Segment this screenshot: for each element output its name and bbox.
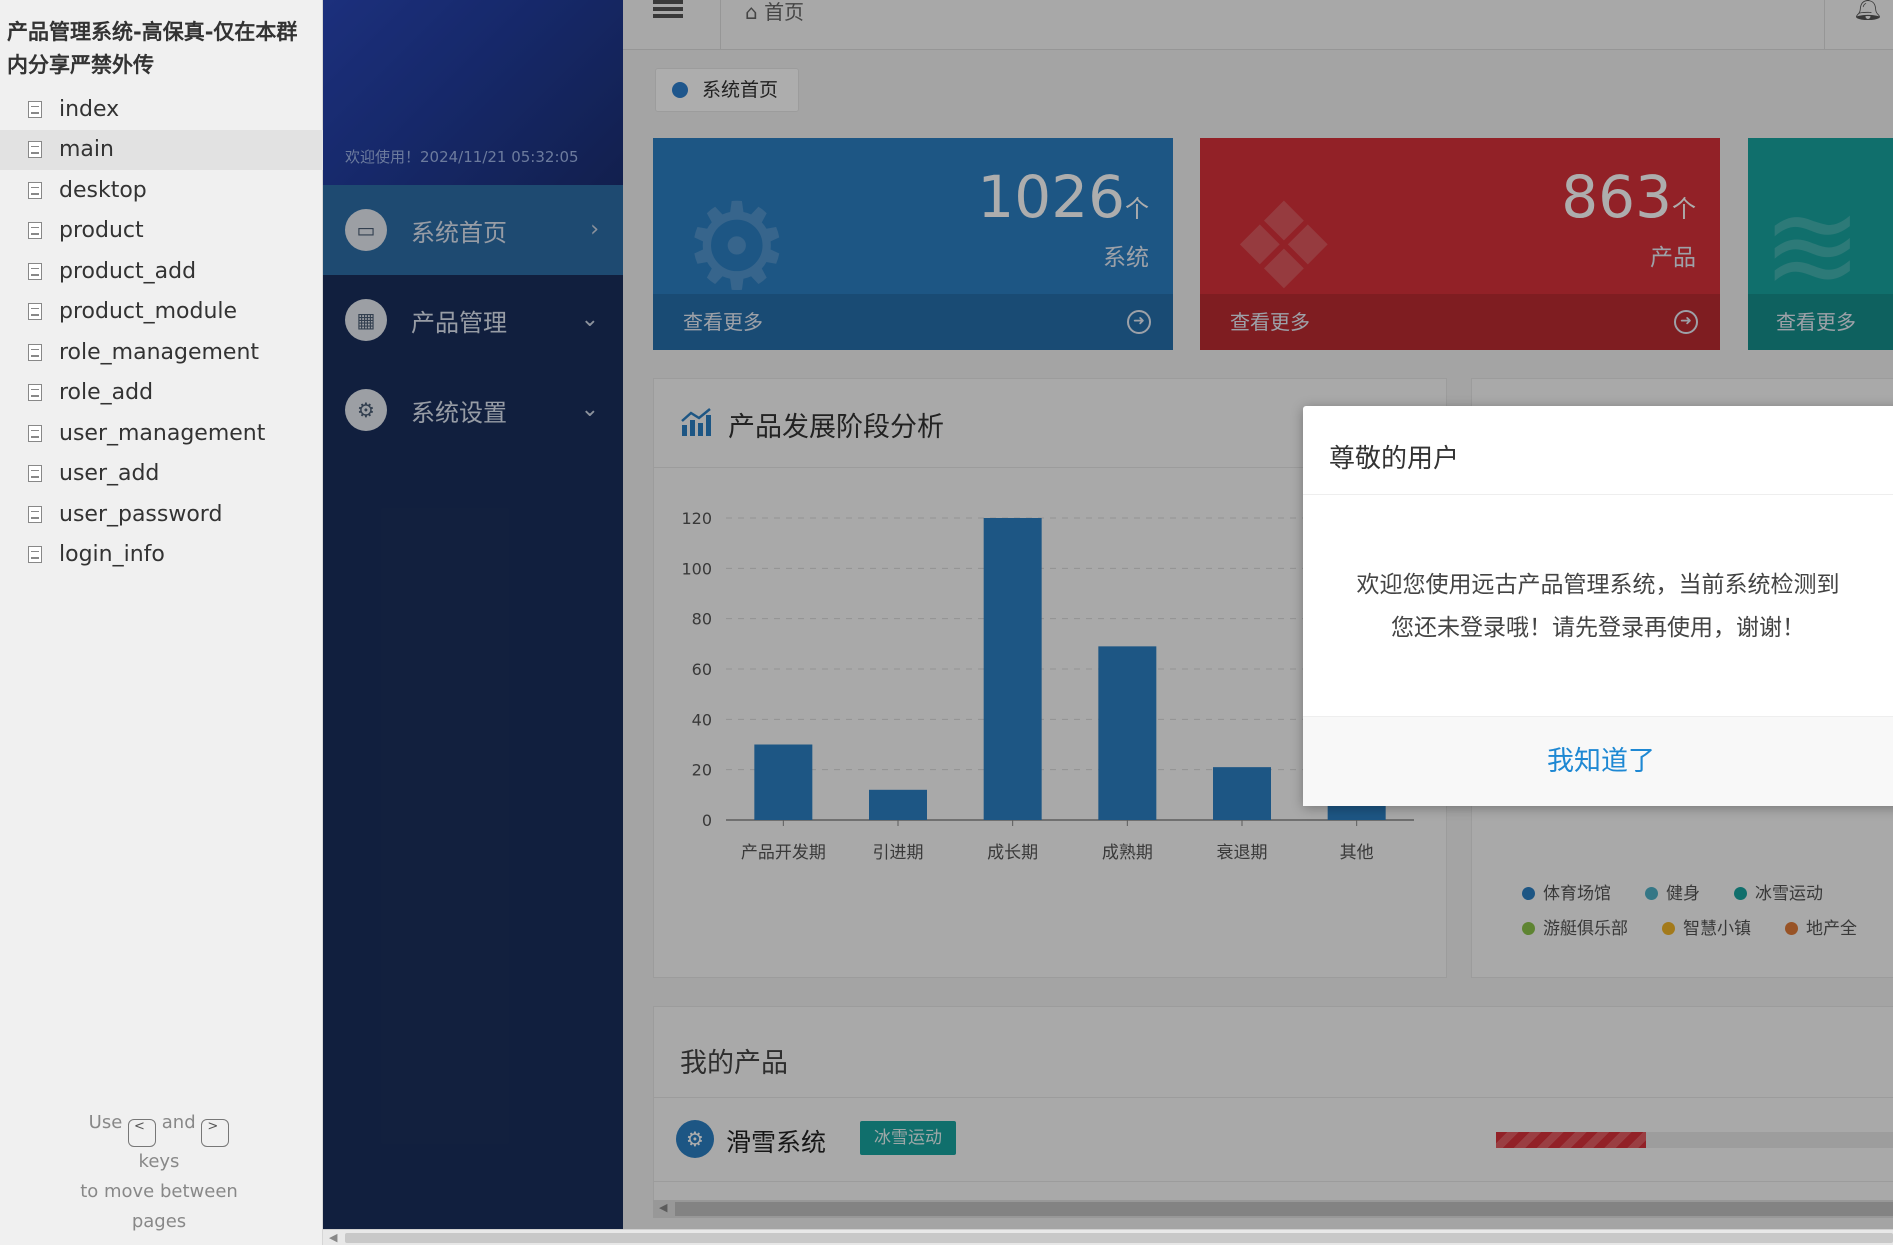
page-list-item[interactable]: role_add bbox=[0, 373, 323, 414]
project-title: 产品管理系统-高保真-仅在本群内分享严禁外传 bbox=[7, 20, 298, 77]
prev-key-icon: < bbox=[128, 1119, 157, 1147]
page-list-label: user_add bbox=[59, 461, 160, 487]
page-list-label: product_module bbox=[59, 299, 238, 325]
page-list-label: role_add bbox=[59, 380, 154, 406]
page-list-panel: 产品管理系统-高保真-仅在本群内分享严禁外传 index main desktop p… bbox=[0, 0, 323, 1245]
page-list-label: login_info bbox=[59, 542, 165, 568]
acknowledge-button[interactable]: 我知道了 bbox=[1303, 717, 1893, 807]
page-list-item[interactable]: main bbox=[0, 129, 323, 170]
page-list-label: user_management bbox=[59, 420, 266, 446]
page-list: index main desktop product product_addproduc… bbox=[0, 89, 323, 575]
page-icon bbox=[28, 181, 42, 199]
page-icon bbox=[28, 303, 42, 321]
page-icon bbox=[28, 141, 42, 159]
page-list-label: index bbox=[59, 96, 120, 122]
page-list-label: product_add bbox=[59, 258, 197, 284]
dialog-title: 尊敬的用户 bbox=[1329, 444, 1460, 474]
page-list-item[interactable]: product bbox=[0, 211, 323, 252]
page-list-label: user_password bbox=[59, 501, 223, 527]
page-icon bbox=[28, 384, 42, 402]
page-list-label: product bbox=[59, 218, 144, 244]
page-list-label: role_management bbox=[59, 339, 260, 365]
page-icon bbox=[28, 546, 42, 564]
page-icon bbox=[28, 222, 42, 240]
page-list-item[interactable]: product_add bbox=[0, 251, 323, 292]
viewport-scrollbar[interactable]: ◀ bbox=[323, 1229, 1893, 1245]
login-notice-dialog: 尊敬的用户 欢迎您使用远古产品管理系统，当前系统检测到 您还未登录哦！请先登录再… bbox=[1303, 406, 1893, 806]
dialog-message: 欢迎您使用远古产品管理系统，当前系统检测到 您还未登录哦！请先登录再使用，谢谢！ bbox=[1356, 572, 1840, 641]
page-icon bbox=[28, 465, 42, 483]
page-list-item[interactable]: login_info bbox=[0, 535, 323, 576]
scroll-left-icon[interactable]: ◀ bbox=[329, 1231, 337, 1244]
page-list-item[interactable]: role_management bbox=[0, 332, 323, 373]
page-icon bbox=[28, 505, 42, 523]
page-list-label: main bbox=[59, 137, 114, 163]
page-icon bbox=[28, 100, 42, 118]
page-list-item[interactable]: product_module bbox=[0, 292, 323, 333]
page-list-label: desktop bbox=[59, 177, 147, 203]
next-key-icon: > bbox=[201, 1119, 230, 1147]
page-list-item[interactable]: user_add bbox=[0, 454, 323, 495]
page-list-item[interactable]: desktop bbox=[0, 170, 323, 211]
page-icon bbox=[28, 262, 42, 280]
page-icon bbox=[28, 343, 42, 361]
page-list-item[interactable]: user_management bbox=[0, 413, 323, 454]
page-icon bbox=[28, 424, 42, 442]
page-list-item[interactable]: index bbox=[0, 89, 323, 130]
page-nav-hint: Use < and > keys to move between pages bbox=[80, 1112, 238, 1232]
page-list-item[interactable]: user_password bbox=[0, 494, 323, 535]
